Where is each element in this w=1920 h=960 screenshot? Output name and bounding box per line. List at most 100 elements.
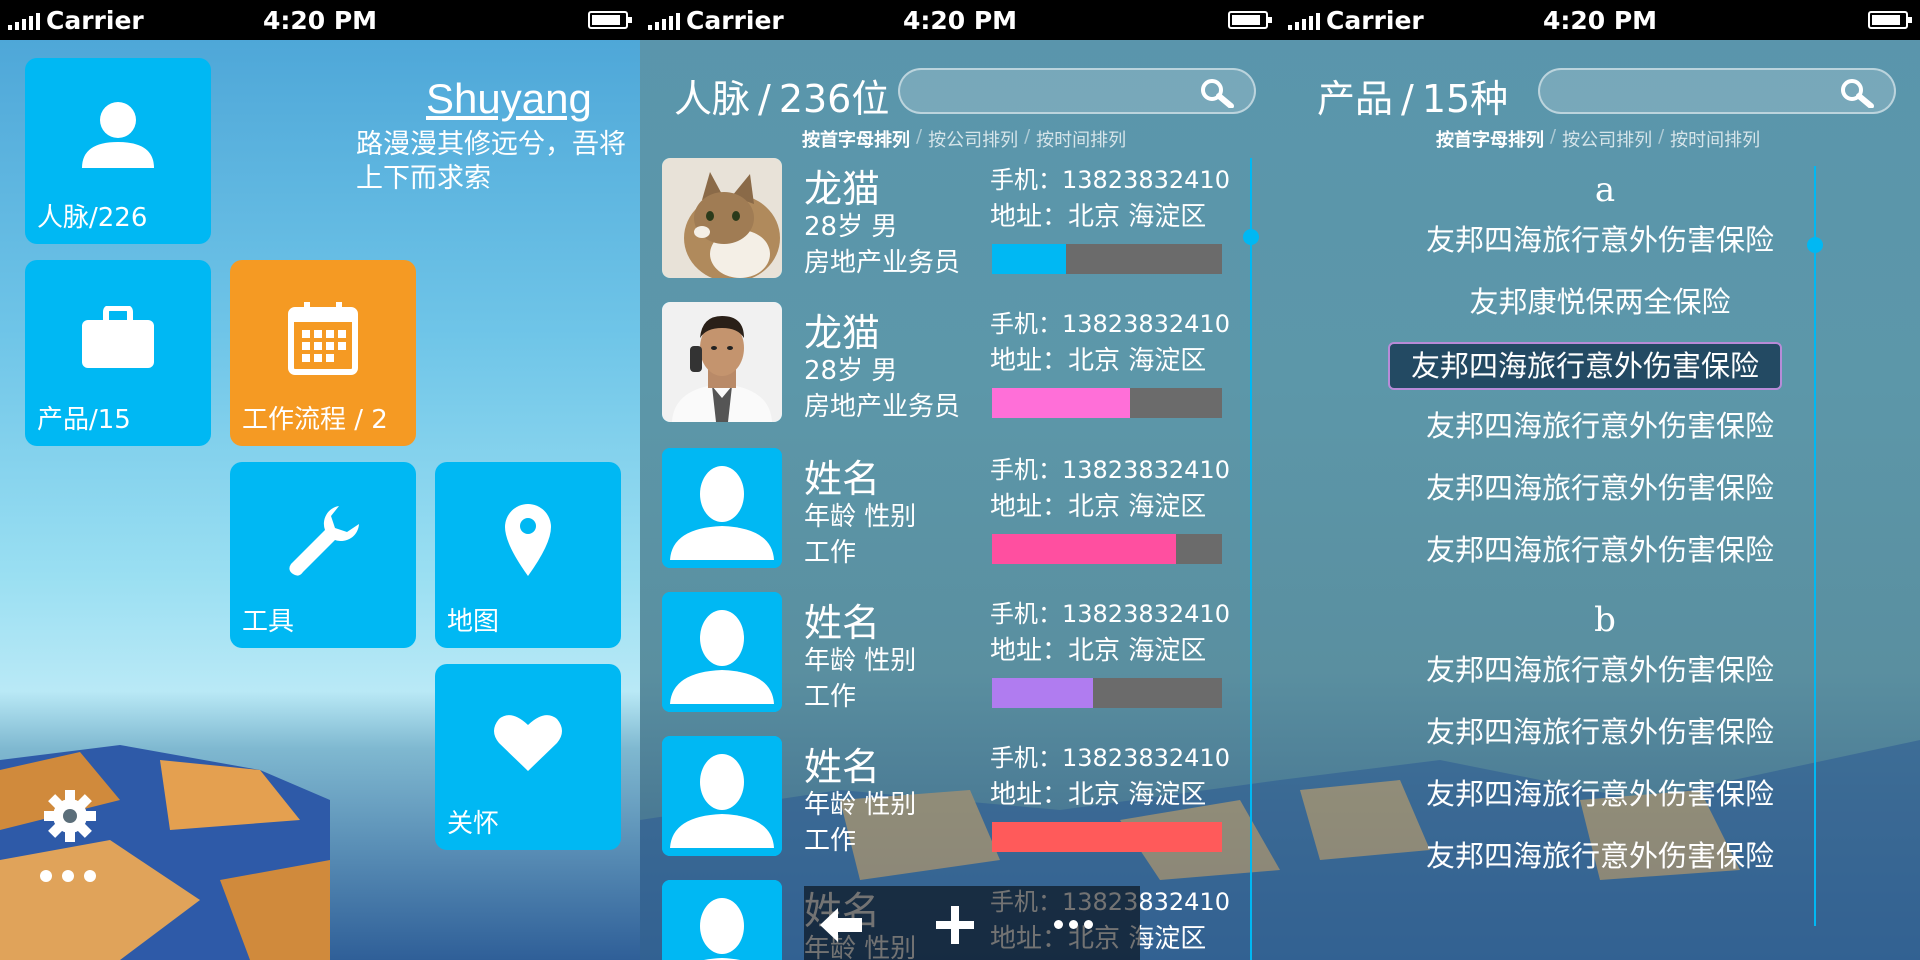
tile-products-label: 产品/15	[37, 405, 131, 435]
more-icon[interactable]	[40, 870, 96, 882]
battery-icon	[1868, 11, 1912, 29]
tile-tools[interactable]: 工具	[230, 462, 416, 648]
home-screen: Carrier 4:20 PM 人脉/226 产品/15 工作流程 / 2 工具…	[0, 0, 640, 960]
sort-by-company[interactable]: 按公司排列	[928, 126, 1018, 152]
tile-map-label: 地图	[447, 607, 500, 637]
contact-progress-bar	[992, 244, 1222, 274]
page-title: 产品/15种	[1317, 77, 1509, 121]
contact-progress-fill	[992, 822, 1222, 852]
search-input[interactable]	[898, 68, 1256, 114]
contact-age-gender: 28岁 男	[804, 212, 898, 242]
tile-workflow-label: 工作流程 / 2	[242, 405, 388, 435]
search-input[interactable]	[1538, 68, 1896, 114]
tile-tools-label: 工具	[242, 607, 295, 637]
products-screen: Carrier 4:20 PM 产品/15种 按首字母排列 / 按公司排列 / …	[1280, 0, 1920, 960]
contact-phone: 手机：13823832410	[990, 600, 1230, 628]
contact-age-gender: 年龄 性别	[804, 502, 917, 532]
status-time: 4:20 PM	[1542, 5, 1658, 35]
contacts-screen: Carrier 4:20 PM 人脉/236位 按首字母排列 / 按公司排列 /…	[640, 0, 1280, 960]
add-icon[interactable]	[936, 906, 974, 944]
contact-address: 地址：北京 海淀区	[990, 346, 1207, 376]
tile-map[interactable]: 地图	[435, 462, 621, 648]
search-icon[interactable]	[1200, 78, 1234, 108]
contacts-title: 人脉	[674, 77, 751, 121]
contact-job: 工作	[804, 682, 857, 712]
contact-name: 龙猫	[804, 167, 881, 211]
contact-job: 房地产业务员	[804, 392, 961, 422]
contact-row[interactable]: 龙猫 28岁 男房地产业务员 手机：13823832410 地址：北京 海淀区	[662, 302, 1242, 426]
sort-options: 按首字母排列 / 按公司排列 / 按时间排列	[802, 126, 1127, 152]
more-icon[interactable]	[1054, 920, 1093, 929]
product-item[interactable]: 友邦四海旅行意外伤害保险	[1280, 216, 1920, 264]
contact-progress-fill	[992, 244, 1066, 274]
contact-address: 地址：北京 海淀区	[990, 780, 1207, 810]
avatar	[662, 158, 782, 278]
avatar	[662, 880, 782, 960]
contact-progress-bar	[992, 388, 1222, 418]
search-icon[interactable]	[1840, 78, 1874, 108]
status-time: 4:20 PM	[262, 5, 378, 35]
section-letter-b: b	[1594, 600, 1616, 640]
contact-phone: 手机：13823832410	[990, 166, 1230, 194]
tile-care[interactable]: 关怀	[435, 664, 621, 850]
sort-by-letter[interactable]: 按首字母排列	[1436, 126, 1544, 152]
product-item[interactable]: 友邦四海旅行意外伤害保险	[1280, 832, 1920, 880]
contact-name: 姓名	[804, 457, 881, 501]
contact-progress-fill	[992, 678, 1094, 708]
avatar	[662, 302, 782, 422]
contact-age-gender: 年龄 性别	[804, 790, 917, 820]
contact-job: 房地产业务员	[804, 248, 961, 278]
sort-by-time[interactable]: 按时间排列	[1670, 126, 1760, 152]
contact-row[interactable]: 姓名年龄 性别工作 手机：13823832410 地址：北京 海淀区	[662, 448, 1242, 572]
product-item-selected[interactable]: 友邦四海旅行意外伤害保险	[1388, 342, 1782, 390]
contact-progress-bar	[992, 678, 1222, 708]
back-arrow-icon[interactable]	[820, 908, 864, 942]
bottom-action-bar	[804, 886, 1140, 960]
contact-age-gender: 年龄 性别	[804, 646, 917, 676]
contact-progress-fill	[992, 534, 1176, 564]
product-item[interactable]: 友邦四海旅行意外伤害保险	[1280, 646, 1920, 694]
map-pin-icon	[505, 504, 551, 577]
battery-icon	[1228, 11, 1272, 29]
contact-row[interactable]: 姓名年龄 性别工作 手机：13823832410 地址：北京 海淀区	[662, 592, 1242, 716]
sort-by-company[interactable]: 按公司排列	[1562, 126, 1652, 152]
products-count: 15种	[1421, 77, 1509, 121]
sort-by-letter[interactable]: 按首字母排列	[802, 126, 910, 152]
page-title: 人脉/236位	[674, 77, 890, 121]
wrench-icon	[289, 506, 359, 576]
contact-phone: 手机：13823832410	[990, 744, 1230, 772]
scroll-track[interactable]	[1250, 158, 1252, 960]
contact-row[interactable]: 姓名年龄 性别工作 手机：13823832410 地址：北京 海淀区	[662, 736, 1242, 860]
sort-by-time[interactable]: 按时间排列	[1036, 126, 1126, 152]
user-signature-name: Shuyang	[426, 75, 592, 122]
contact-row[interactable]: 龙猫 28岁 男房地产业务员 手机：13823832410 地址：北京 海淀区	[662, 158, 1242, 282]
product-item[interactable]: 友邦四海旅行意外伤害保险	[1280, 464, 1920, 512]
battery-icon	[588, 11, 632, 29]
section-letter-a: a	[1594, 170, 1616, 210]
avatar	[662, 448, 782, 568]
user-motto: 路漫漫其修远兮，吾将上下而求索	[356, 129, 626, 194]
product-item[interactable]: 友邦四海旅行意外伤害保险	[1280, 708, 1920, 756]
gear-icon[interactable]	[44, 790, 96, 842]
contact-phone: 手机：13823832410	[990, 310, 1230, 338]
briefcase-icon	[82, 306, 154, 369]
tile-products[interactable]: 产品/15	[25, 260, 211, 446]
tile-workflow[interactable]: 工作流程 / 2	[230, 260, 416, 446]
scroll-indicator[interactable]	[1243, 229, 1259, 245]
calendar-icon	[288, 302, 358, 376]
product-item[interactable]: 友邦康悦保两全保险	[1280, 278, 1920, 326]
product-item[interactable]: 友邦四海旅行意外伤害保险	[1280, 526, 1920, 574]
heart-icon	[494, 715, 562, 772]
tile-care-label: 关怀	[447, 809, 500, 839]
contact-address: 地址：北京 海淀区	[990, 202, 1207, 232]
contact-progress-fill	[992, 388, 1130, 418]
status-bar: Carrier 4:20 PM	[0, 0, 640, 40]
contact-progress-bar	[992, 822, 1222, 852]
contact-name: 姓名	[804, 745, 881, 789]
sort-options: 按首字母排列 / 按公司排列 / 按时间排列	[1436, 126, 1761, 152]
product-item[interactable]: 友邦四海旅行意外伤害保险	[1280, 770, 1920, 818]
contact-address: 地址：北京 海淀区	[990, 636, 1207, 666]
status-bar: Carrier 4:20 PM	[640, 0, 1280, 40]
product-item[interactable]: 友邦四海旅行意外伤害保险	[1280, 402, 1920, 450]
tile-contacts[interactable]: 人脉/226	[25, 58, 211, 244]
